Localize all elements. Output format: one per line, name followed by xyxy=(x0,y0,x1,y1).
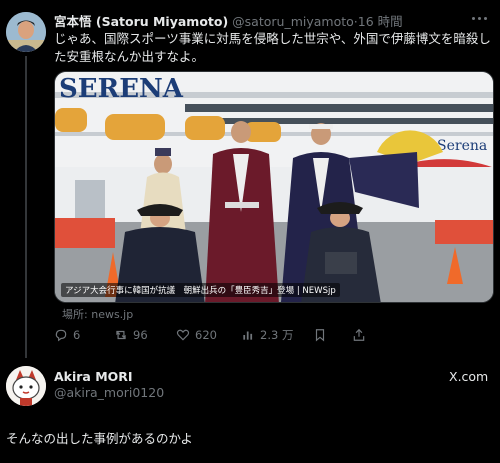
like-count: 620 xyxy=(195,328,217,342)
repost-icon xyxy=(115,330,127,340)
reply-author-handle[interactable]: @akira_mori0120 xyxy=(54,385,164,400)
views-button[interactable]: 2.3 万 xyxy=(241,326,293,344)
post-media[interactable]: SERENA Serena アジア大会行事に韓国が抗議 朝鮮出兵の「豊臣秀吉」登… xyxy=(54,71,494,303)
reply-count: 6 xyxy=(73,328,81,342)
post-time[interactable]: 16 時間 xyxy=(358,14,403,29)
ship-name: SERENA xyxy=(59,74,184,104)
views-count: 2.3 万 xyxy=(260,328,294,342)
bookmark-button[interactable] xyxy=(313,326,332,344)
x-logo-icon[interactable]: X.com xyxy=(449,369,488,384)
reply-author-name[interactable]: Akira MORI xyxy=(54,369,133,384)
share-button[interactable] xyxy=(352,326,371,344)
reply-text: そんなの出した事例があるのかよ xyxy=(6,431,193,446)
repost-button[interactable]: 96 xyxy=(114,326,148,344)
more-icon[interactable] xyxy=(470,8,494,26)
bookmark-icon xyxy=(315,329,325,342)
author-handle[interactable]: @satoru_miyamoto xyxy=(232,14,354,29)
views-icon xyxy=(243,331,253,340)
media-caption: アジア大会行事に韓国が抗議 朝鮮出兵の「豊臣秀吉」登場 | NEWSjp xyxy=(61,283,340,297)
action-bar: 6 96 620 2.3 万 xyxy=(54,326,494,344)
source-domain[interactable]: news.jp xyxy=(91,308,133,321)
author-name[interactable]: 宮本悟 (Satoru Miyamoto) xyxy=(54,14,228,29)
like-icon xyxy=(176,329,190,341)
reply-button[interactable]: 6 xyxy=(54,326,80,344)
thread-line xyxy=(25,56,27,358)
source-label: 場所: xyxy=(62,308,88,321)
ship-name-side: Serena xyxy=(437,138,487,154)
reply-icon xyxy=(55,329,67,342)
share-icon xyxy=(353,328,365,341)
post-text: じゃあ、国際スポーツ事業に対馬を侵略した世宗や、外国で伊藤博文を暗殺した安重根な… xyxy=(54,31,491,64)
reply-author-avatar[interactable] xyxy=(6,366,46,406)
author-avatar[interactable] xyxy=(6,12,46,52)
post-header: 宮本悟 (Satoru Miyamoto) @satoru_miyamoto·1… xyxy=(54,11,403,30)
platform-label: X.com xyxy=(449,369,489,384)
repost-count: 96 xyxy=(133,328,148,342)
like-button[interactable]: 620 xyxy=(176,326,217,344)
link-source[interactable]: 場所: news.jp xyxy=(62,306,133,322)
